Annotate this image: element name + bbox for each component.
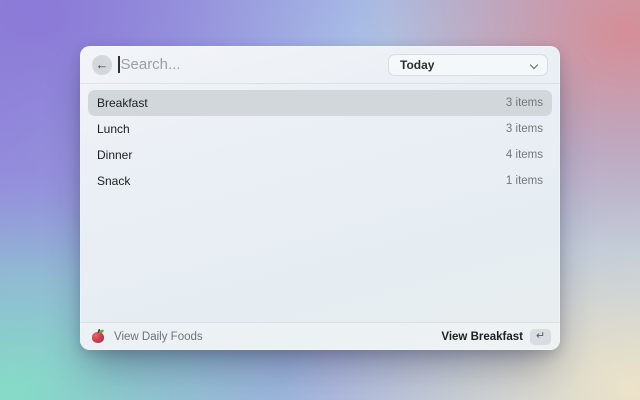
enter-key-icon: ↵ <box>530 328 551 345</box>
search-input[interactable] <box>119 56 388 73</box>
list-item-count: 3 items <box>505 123 543 135</box>
apple-leaf-shape <box>98 329 105 334</box>
back-button[interactable]: ← <box>92 54 112 75</box>
list-item-label: Lunch <box>97 122 130 136</box>
apple-body-shape <box>92 332 104 343</box>
date-filter-dropdown[interactable]: Today <box>388 53 548 76</box>
action-bar: View Daily Foods View Breakfast ↵ <box>80 322 560 350</box>
list-item-label: Dinner <box>97 148 133 162</box>
meal-list: Breakfast 3 items Lunch 3 items Dinner 4… <box>80 84 560 322</box>
list-item-count: 3 items <box>505 97 543 109</box>
list-item[interactable]: Snack 1 items <box>88 168 552 194</box>
chevron-down-icon <box>530 61 538 69</box>
list-item-count: 4 items <box>505 149 543 161</box>
list-item-label: Snack <box>97 174 131 188</box>
back-arrow-icon: ← <box>95 56 109 72</box>
list-item[interactable]: Breakfast 3 items <box>88 90 552 116</box>
desktop-background: { "window": { "search": { "placeholder":… <box>0 0 640 400</box>
primary-action[interactable]: View Breakfast ↵ <box>441 328 551 345</box>
list-item-count: 1 items <box>505 175 543 187</box>
daily-foods-app-icon <box>91 328 106 344</box>
search-bar: ← Today <box>80 46 560 84</box>
command-source-label: View Daily Foods <box>114 330 203 343</box>
list-item[interactable]: Lunch 3 items <box>88 116 552 142</box>
primary-action-label: View Breakfast <box>441 330 523 343</box>
list-item[interactable]: Dinner 4 items <box>88 142 552 168</box>
date-filter-value: Today <box>400 57 435 72</box>
launcher-window: ← Today Breakfast 3 items Lunch 3 items … <box>80 46 560 350</box>
list-item-label: Breakfast <box>97 96 148 110</box>
